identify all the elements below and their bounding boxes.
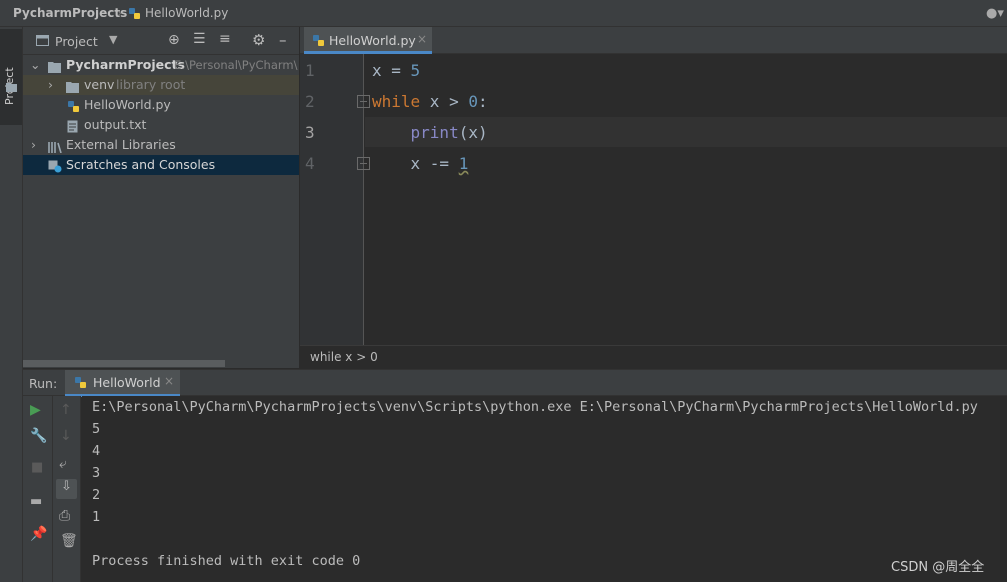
folder-icon — [48, 59, 61, 73]
code-token-keyword: while — [372, 92, 421, 111]
breadcrumb-separator-icon: › — [117, 6, 122, 20]
line-number: 2 — [305, 92, 315, 111]
print-icon[interactable]: ⎙ — [59, 508, 75, 524]
run-tab-label: HelloWorld — [93, 375, 161, 390]
code-token: : — [477, 92, 488, 111]
code-line-4: x -= 1 — [372, 154, 469, 173]
gear-icon[interactable]: ⚙ — [252, 31, 265, 49]
project-panel: Project ▼ ⊕ ☰ ≡ ⚙ – ⌄ PycharmProjects E:… — [23, 27, 299, 368]
python-file-icon — [128, 7, 141, 23]
close-icon[interactable]: × — [417, 32, 427, 46]
pin-icon[interactable]: 📌 — [30, 526, 47, 542]
editor-tab-label: HelloWorld.py — [329, 33, 416, 48]
arrow-down-icon[interactable]: ↓ — [60, 428, 76, 444]
console-line: 5 — [92, 421, 101, 437]
rerun-icon[interactable]: ▶ — [30, 402, 46, 418]
code-line-1: x = 5 — [372, 61, 420, 80]
scroll-to-end-icon[interactable]: ⇩ — [56, 479, 77, 499]
folder-icon — [66, 79, 79, 93]
left-tool-stripe: Project — [0, 27, 23, 582]
tree-item-venv[interactable]: › venv library root — [23, 75, 299, 95]
folder-icon — [6, 81, 17, 95]
wrench-icon[interactable]: 🔧 — [30, 428, 47, 444]
run-panel-header: Run: HelloWorld × — [23, 369, 1007, 397]
tree-item-label: PycharmProjects — [66, 57, 185, 72]
console-line: 1 — [92, 509, 101, 525]
code-token: x = — [372, 61, 411, 80]
horizontal-scrollbar[interactable] — [23, 360, 225, 367]
expand-all-icon[interactable]: ☰ — [193, 31, 206, 47]
tree-item-helloworld-py[interactable]: HelloWorld.py — [23, 95, 299, 115]
code-token-number: 1 — [458, 154, 469, 173]
library-icon — [48, 139, 62, 154]
chevron-down-icon[interactable]: ⌄ — [30, 55, 40, 75]
python-file-icon — [74, 376, 87, 392]
fold-end-icon[interactable] — [357, 157, 370, 173]
chevron-right-icon[interactable]: › — [48, 75, 53, 95]
chevron-right-icon[interactable]: › — [31, 135, 36, 155]
tree-item-scratches-and-consoles[interactable]: Scratches and Consoles — [23, 155, 299, 175]
console-line: 3 — [92, 465, 101, 481]
text-file-icon — [67, 119, 80, 133]
code-line-3: print(x) — [372, 123, 488, 142]
scratches-icon — [48, 159, 62, 173]
tree-item-label: Scratches and Consoles — [66, 157, 216, 172]
code-line-2: while x > 0: — [372, 92, 488, 111]
code-token: x > — [420, 92, 469, 111]
run-tab-helloworld[interactable]: HelloWorld × — [65, 370, 180, 397]
python-file-icon — [312, 34, 325, 50]
editor-breadcrumb-bar: while x > 0 — [300, 345, 1007, 368]
tree-item-external-libraries[interactable]: › External Libraries — [23, 135, 299, 155]
line-number: 1 — [305, 61, 315, 80]
layout-icon[interactable]: ▬ — [30, 494, 46, 510]
project-tool-tab[interactable]: Project — [0, 29, 22, 125]
tree-item-label: External Libraries — [66, 137, 176, 152]
console-line: 4 — [92, 443, 101, 459]
code-token-builtin: print — [410, 123, 459, 142]
line-number: 3 — [305, 123, 315, 142]
editor-tab-helloworld[interactable]: HelloWorld.py × — [304, 27, 432, 54]
stop-icon[interactable]: ■ — [31, 460, 47, 476]
tree-item-pycharmprojects[interactable]: ⌄ PycharmProjects E:\Personal\PyCharm\ — [23, 55, 299, 75]
console-line: Process finished with exit code 0 — [92, 553, 361, 569]
tree-item-label: HelloWorld.py — [84, 97, 171, 112]
editor-breadcrumb[interactable]: while x > 0 — [310, 350, 378, 364]
project-view-label[interactable]: Project — [55, 34, 98, 49]
editor-tab-bar: HelloWorld.py × — [300, 27, 1007, 54]
run-panel-label: Run: — [29, 376, 58, 391]
collapse-all-icon[interactable]: ≡ — [219, 31, 231, 47]
trash-icon[interactable]: 🗑 — [60, 533, 78, 549]
code-token: x -= — [372, 154, 459, 173]
close-icon[interactable]: × — [164, 374, 174, 388]
line-number: 4 — [305, 154, 315, 173]
run-toolbar-secondary: ↑ ↓ ⤶ ⇩ ⎙ 🗑 — [53, 396, 81, 582]
user-icon[interactable]: ●▾ — [986, 6, 1004, 21]
arrow-up-icon[interactable]: ↑ — [60, 402, 76, 418]
console-line: 2 — [92, 487, 101, 503]
soft-wrap-icon[interactable]: ⤶ — [59, 456, 75, 472]
locate-icon[interactable]: ⊕ — [168, 32, 180, 48]
project-panel-header: Project ▼ ⊕ ☰ ≡ ⚙ – — [23, 27, 299, 55]
tree-item-label: venv — [84, 77, 115, 92]
code-token-number: 0 — [468, 92, 478, 111]
tree-item-output-txt[interactable]: output.txt — [23, 115, 299, 135]
watermark: CSDN @周全全 — [891, 560, 985, 575]
tree-item-label: output.txt — [84, 117, 147, 132]
python-file-icon — [67, 99, 80, 112]
tree-item-path: E:\Personal\PyCharm\ — [174, 58, 298, 72]
navigation-bar: PycharmProjects › HelloWorld.py ●▾ — [0, 0, 1007, 27]
run-toolbar-primary: ▶ 🔧 ■ ▬ 📌 — [23, 396, 53, 582]
hide-panel-icon[interactable]: – — [279, 31, 287, 49]
breadcrumb-file[interactable]: HelloWorld.py — [145, 6, 228, 20]
code-token: (x) — [458, 123, 488, 142]
chevron-down-icon[interactable]: ▼ — [109, 33, 117, 46]
project-view-icon — [36, 35, 49, 49]
code-token-number: 5 — [410, 61, 421, 80]
tree-item-hint: library root — [116, 77, 186, 92]
console-line: E:\Personal\PyCharm\PycharmProjects\venv… — [92, 399, 978, 415]
fold-icon[interactable] — [357, 95, 370, 111]
breadcrumb-project[interactable]: PycharmProjects — [13, 6, 127, 20]
